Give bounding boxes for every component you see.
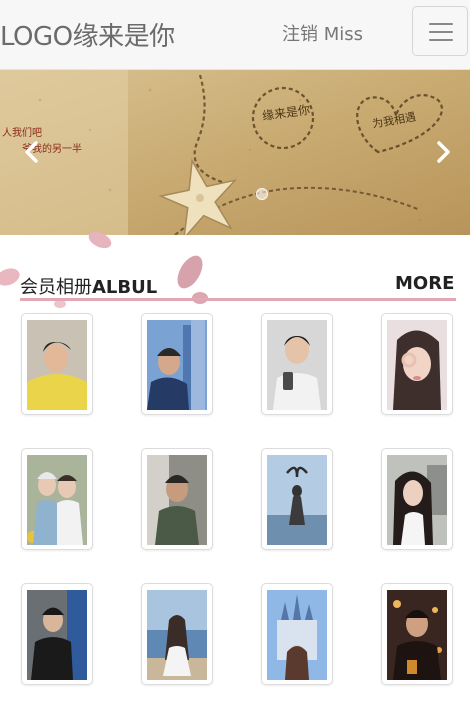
- hamburger-menu-icon: [429, 23, 453, 25]
- album-photo[interactable]: [381, 448, 453, 550]
- album-title-cn: 会员相册: [20, 277, 92, 298]
- hamburger-menu-button[interactable]: [412, 6, 468, 56]
- photo-girl-by-sea: [147, 590, 207, 680]
- photo-boy-in-car: [147, 455, 207, 545]
- album-section-title: 会员相册ALBUL: [20, 273, 157, 299]
- carousel-indicator[interactable]: [256, 188, 268, 200]
- album-photo[interactable]: [261, 313, 333, 415]
- photo-girl-hand-on-face: [387, 320, 447, 410]
- album-photo[interactable]: [141, 313, 213, 415]
- album-photo[interactable]: [381, 583, 453, 685]
- navbar: LOGO缘来是你 注销 Miss: [0, 0, 470, 70]
- photo-boy-dark-jacket: [27, 590, 87, 680]
- photo-boy-night-lights: [387, 590, 447, 680]
- carousel-next-button[interactable]: [431, 140, 455, 164]
- album-photo[interactable]: [141, 583, 213, 685]
- album-photo[interactable]: [381, 313, 453, 415]
- chevron-right-icon: [437, 141, 450, 163]
- photo-girl-castle: [267, 590, 327, 680]
- album-photo[interactable]: [21, 448, 93, 550]
- photo-boy-with-buildings: [147, 320, 207, 410]
- photo-girl-long-hair: [387, 455, 447, 545]
- logo[interactable]: LOGO缘来是你: [0, 16, 175, 53]
- chevron-left-icon: [25, 141, 38, 163]
- photo-two-girls: [27, 455, 87, 545]
- photo-yellow-shirt-boy: [27, 320, 87, 410]
- banner-handwriting: 人我们吧: [2, 128, 42, 139]
- album-photo[interactable]: [21, 313, 93, 415]
- photo-girl-heart-sky: [267, 455, 327, 545]
- album-title-en: ALBUL: [92, 277, 158, 298]
- album-photo[interactable]: [21, 583, 93, 685]
- album-photo[interactable]: [141, 448, 213, 550]
- carousel-prev-button[interactable]: [20, 140, 44, 164]
- album-photo[interactable]: [261, 583, 333, 685]
- banner-carousel[interactable]: 缘来是你 为我相遇 人我们吧 爷我的另一半: [0, 70, 470, 235]
- more-link[interactable]: MORE: [395, 273, 454, 294]
- album-photo[interactable]: [261, 448, 333, 550]
- logout-link[interactable]: 注销 Miss: [282, 20, 363, 46]
- photo-boy-taking-selfie: [267, 320, 327, 410]
- section-divider: [20, 298, 456, 301]
